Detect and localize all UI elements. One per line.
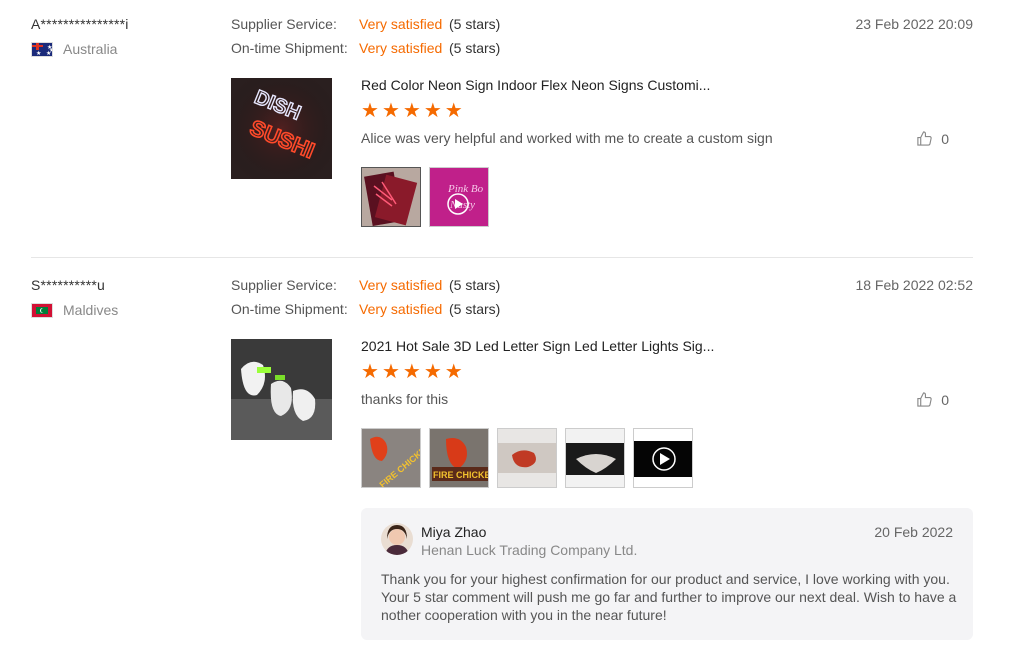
review-media-gallery: Pink Bo Nasty <box>361 167 489 227</box>
maldives-flag-icon <box>31 302 53 318</box>
star-icon: ★ <box>402 100 421 122</box>
reply-text: Thank you for your highest confirmation … <box>381 571 957 623</box>
review-video-thumbnail[interactable] <box>633 428 693 488</box>
buyer-country: ★ ★ ★ ★ Australia <box>31 41 117 57</box>
review-comment: Alice was very helpful and worked with m… <box>361 130 773 146</box>
review-date: 18 Feb 2022 02:52 <box>855 277 973 293</box>
thumbs-up-icon <box>917 131 932 146</box>
review-media-gallery: FIRE CHICKEN FIRE CHICKEN <box>361 428 693 488</box>
review-photo-thumbnail[interactable] <box>565 428 625 488</box>
review-video-thumbnail[interactable]: Pink Bo Nasty <box>429 167 489 227</box>
svg-text:Pink Bo: Pink Bo <box>447 183 484 195</box>
thumbs-up-icon <box>917 392 932 407</box>
australia-flag-icon: ★ ★ ★ ★ <box>31 41 53 57</box>
star-icon: ★ <box>402 361 421 383</box>
buyer-name: S**********u <box>31 277 106 293</box>
like-count: 0 <box>941 391 949 408</box>
shipment-rating: On-time Shipment: Very satisfied (5 star… <box>231 301 501 317</box>
svg-text:Nasty: Nasty <box>449 199 475 211</box>
country-name: Maldives <box>63 302 119 318</box>
supplier-service-rating: Supplier Service: Very satisfied (5 star… <box>231 277 501 293</box>
product-image[interactable]: DISH SUSHI <box>231 78 332 179</box>
star-icon: ★ <box>361 361 379 383</box>
like-count: 0 <box>941 130 949 147</box>
reply-date: 20 Feb 2022 <box>874 524 953 540</box>
star-icon: ★ <box>444 361 463 383</box>
star-icon: ★ <box>423 100 442 122</box>
star-icon: ★ <box>444 100 463 122</box>
star-icon: ★ <box>423 361 442 383</box>
avatar <box>381 523 413 555</box>
review-photo-thumbnail[interactable]: FIRE CHICKEN <box>361 428 421 488</box>
supplier-service-rating: Supplier Service: Very satisfied (5 star… <box>231 16 501 32</box>
review-item: A***************i ★ ★ ★ ★ Australia Supp… <box>31 14 973 258</box>
review-date: 23 Feb 2022 20:09 <box>855 16 973 32</box>
review-photo-thumbnail[interactable] <box>361 167 421 227</box>
like-button[interactable]: 0 <box>916 391 949 408</box>
review-item: S**********u Maldives Supplier Service: … <box>31 275 973 655</box>
product-star-rating: ★ ★ ★ ★ ★ <box>361 362 463 382</box>
review-comment: thanks for this <box>361 391 449 407</box>
product-star-rating: ★ ★ ★ ★ ★ <box>361 101 463 121</box>
product-title-link[interactable]: Red Color Neon Sign Indoor Flex Neon Sig… <box>361 77 710 93</box>
product-image[interactable] <box>231 339 332 440</box>
reply-author-name: Miya Zhao <box>421 524 487 540</box>
star-icon: ★ <box>381 361 400 383</box>
star-icon: ★ <box>361 100 379 122</box>
star-icon: ★ <box>381 100 400 122</box>
shipment-rating: On-time Shipment: Very satisfied (5 star… <box>231 40 501 56</box>
review-photo-thumbnail[interactable] <box>497 428 557 488</box>
review-photo-thumbnail[interactable]: FIRE CHICKEN <box>429 428 489 488</box>
buyer-country: Maldives <box>31 302 118 318</box>
product-title-link[interactable]: 2021 Hot Sale 3D Led Letter Sign Led Let… <box>361 338 714 354</box>
buyer-name: A***************i <box>31 16 129 32</box>
svg-text:FIRE CHICKEN: FIRE CHICKEN <box>433 470 489 480</box>
supplier-reply: Miya Zhao Henan Luck Trading Company Ltd… <box>361 508 973 640</box>
reply-company-name: Henan Luck Trading Company Ltd. <box>421 542 638 558</box>
country-name: Australia <box>63 41 118 57</box>
like-button[interactable]: 0 <box>916 130 949 147</box>
